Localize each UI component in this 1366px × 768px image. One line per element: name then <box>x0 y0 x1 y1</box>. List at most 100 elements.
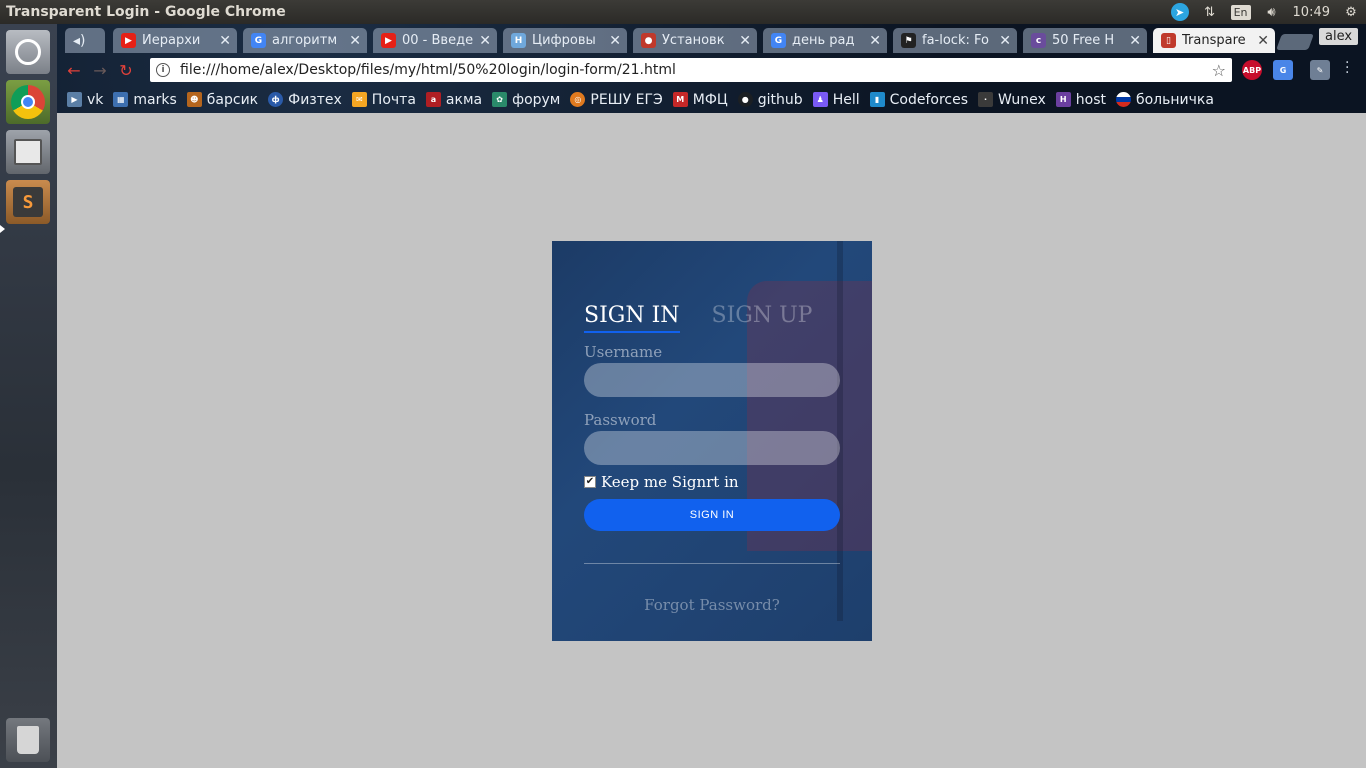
gear-icon[interactable]: ⚙ <box>1342 3 1360 21</box>
bookmark-favicon-icon: ◎ <box>570 92 586 107</box>
adblock-icon[interactable]: ABP <box>1242 60 1262 80</box>
youtube-icon: ▶ <box>121 33 136 48</box>
bookmark-item[interactable]: ♟ Hell <box>812 91 860 108</box>
keep-signed-in-label[interactable]: Keep me Signrt in <box>601 473 739 491</box>
bookmark-item[interactable]: ф Физтех <box>268 92 342 108</box>
tab[interactable]: H Цифровы ✕ <box>503 28 627 53</box>
tab-label: Цифровы <box>532 33 596 48</box>
extension-icon[interactable]: ✎ <box>1310 60 1330 80</box>
tab-label: Иерархи <box>142 33 201 48</box>
tab[interactable]: ● Установк ✕ <box>633 28 757 53</box>
tab[interactable]: c 50 Free H ✕ <box>1023 28 1147 53</box>
habr-icon: H <box>511 33 526 48</box>
login-form: SIGN IN SIGN UP Username Password ✔ Keep… <box>584 303 840 614</box>
tab-sign-up[interactable]: SIGN UP <box>712 303 813 333</box>
chrome-launcher-button[interactable] <box>6 80 50 124</box>
close-icon[interactable]: ✕ <box>869 33 881 49</box>
close-icon[interactable]: ✕ <box>999 33 1011 49</box>
bookmark-label: РЕШУ ЕГЭ <box>590 91 663 108</box>
tab[interactable]: ⚑ fa-lock: Fo ✕ <box>893 28 1017 53</box>
close-icon[interactable]: ✕ <box>1129 33 1141 49</box>
address-bar[interactable]: i file:///home/alex/Desktop/files/my/htm… <box>150 58 1232 82</box>
close-icon[interactable]: ✕ <box>349 33 361 49</box>
bookmark-label: больничка <box>1135 91 1214 108</box>
keep-signed-in-checkbox[interactable]: ✔ <box>584 476 596 488</box>
forward-button[interactable]: → <box>87 58 113 82</box>
bookmark-item[interactable]: ▮ Codeforces <box>869 91 968 108</box>
colorlib-icon: c <box>1031 33 1046 48</box>
keyboard-layout[interactable]: En <box>1230 4 1251 20</box>
bookmark-item[interactable]: Hhost <box>1055 92 1106 108</box>
star-icon[interactable]: ☆ <box>1212 61 1226 80</box>
bookmark-label: Codeforces <box>889 91 968 108</box>
bookmark-item[interactable]: ✿ форум <box>492 92 560 108</box>
bookmark-item[interactable]: · Wunex <box>978 92 1046 108</box>
login-card: SIGN IN SIGN UP Username Password ✔ Keep… <box>552 241 872 641</box>
bookmark-item[interactable]: больничка <box>1115 91 1214 108</box>
bookmark-favicon-icon: ▶ <box>67 92 82 107</box>
bookmark-favicon-icon: ✿ <box>492 92 508 107</box>
tab[interactable]: G алгоритм ✕ <box>243 28 367 53</box>
bookmark-item[interactable]: ✉ Почта <box>351 91 416 108</box>
bookmark-label: Hell <box>832 91 860 108</box>
url-text[interactable]: file:///home/alex/Desktop/files/my/html/… <box>180 62 1212 78</box>
close-icon[interactable]: ✕ <box>479 33 491 49</box>
clock[interactable]: 10:49 <box>1293 5 1330 20</box>
menu-icon[interactable]: · · · <box>1345 56 1349 80</box>
tab[interactable]: ▶ 00 - Введе ✕ <box>373 28 497 53</box>
bookmark-label: барсик <box>206 91 259 108</box>
tab[interactable]: ▶ Иерархи ✕ <box>113 28 237 53</box>
bookmark-label: github <box>757 91 803 108</box>
tab-label: алгоритм <box>272 33 338 48</box>
bookmark-item[interactable]: a акма <box>425 91 483 108</box>
tab-audio[interactable]: ◂) <box>65 28 105 53</box>
bookmark-item[interactable]: ◎ РЕШУ ЕГЭ <box>570 91 663 108</box>
bookmark-item[interactable]: ● github <box>737 91 803 108</box>
close-icon[interactable]: ✕ <box>219 33 231 49</box>
forgot-password-link[interactable]: Forgot Password? <box>584 596 840 614</box>
files-launcher-button[interactable] <box>6 130 50 174</box>
sign-in-button[interactable]: SIGN IN <box>584 499 840 531</box>
bookmark-item[interactable]: ▶ vk <box>67 92 103 108</box>
tab[interactable]: G день рад ✕ <box>763 28 887 53</box>
tab-label: день рад <box>792 33 855 48</box>
close-icon[interactable]: ✕ <box>1257 33 1269 49</box>
sublime-icon: S <box>13 187 43 217</box>
active-app-indicator <box>0 225 5 233</box>
back-button[interactable]: ← <box>61 58 87 82</box>
close-icon[interactable]: ✕ <box>739 33 751 49</box>
tab-sign-in[interactable]: SIGN IN <box>584 303 680 333</box>
bookmark-favicon-icon: a <box>425 92 441 107</box>
volume-icon[interactable]: 🔊︎ <box>1263 3 1281 21</box>
network-icon[interactable]: ⇅ <box>1201 3 1219 21</box>
tab-label: fa-lock: Fo <box>922 33 989 48</box>
tab-label: 00 - Введе <box>402 33 474 48</box>
translate-icon[interactable]: G <box>1273 60 1293 80</box>
dash-button[interactable] <box>6 30 50 74</box>
google-icon: G <box>251 33 266 48</box>
bookmark-favicon-icon: H <box>1055 92 1071 107</box>
bookmark-label: Почта <box>371 91 416 108</box>
reload-button[interactable]: ↻ <box>113 58 139 82</box>
bookmark-favicon-icon: ☻ <box>186 92 202 107</box>
password-input[interactable] <box>584 431 840 465</box>
close-icon[interactable]: ✕ <box>609 33 621 49</box>
new-tab-button[interactable] <box>1276 34 1314 50</box>
sublime-launcher-button[interactable]: S <box>6 180 50 224</box>
bookmark-item[interactable]: ☻ барсик <box>186 91 259 108</box>
bookmark-label: Wunex <box>998 91 1046 108</box>
bookmarks-bar: ▶ vk ▦ marks ☻ барсик ф Физтех ✉ Почта a акма … <box>57 87 1366 112</box>
tab-active[interactable]: ▯ Transpare ✕ <box>1153 28 1275 53</box>
bookmark-label: акма <box>445 91 483 108</box>
profile-button[interactable]: alex <box>1319 28 1359 45</box>
telegram-icon[interactable]: ➤ <box>1170 3 1189 21</box>
keep-signed-in-row[interactable]: ✔ Keep me Signrt in <box>584 473 840 491</box>
username-input[interactable] <box>584 363 840 397</box>
trash-launcher-button[interactable] <box>6 718 50 762</box>
bookmark-favicon-icon: ▦ <box>113 92 129 107</box>
bookmark-item[interactable]: ▦ marks <box>113 92 177 108</box>
bookmark-item[interactable]: M МФЦ <box>672 92 728 108</box>
info-icon[interactable]: i <box>156 63 170 77</box>
bookmark-favicon-icon: ♟ <box>812 92 828 107</box>
username-label: Username <box>584 343 663 361</box>
